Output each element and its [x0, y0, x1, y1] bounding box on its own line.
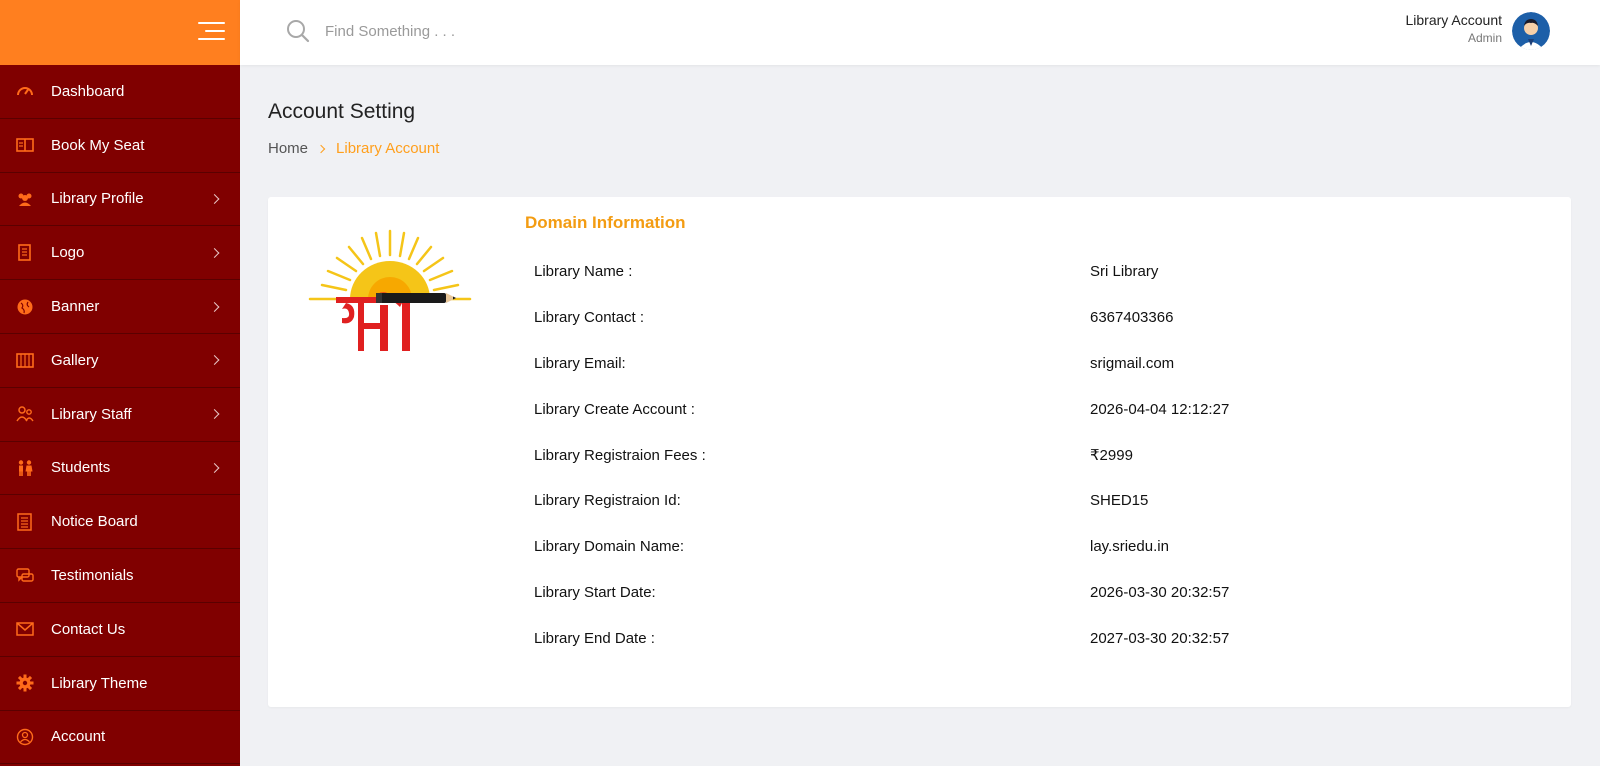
info-row-library-email: Library Email: srigmail.com	[534, 341, 1534, 387]
breadcrumb: Home Library Account	[268, 140, 439, 157]
sidebar-item-notice-board[interactable]: Notice Board	[0, 495, 240, 550]
info-value: 2027-03-30 20:32:57	[1090, 629, 1230, 647]
info-row-library-contact: Library Contact : 6367403366	[534, 295, 1534, 341]
info-value: 2026-04-04 12:12:27	[1090, 400, 1230, 418]
notice-list-icon	[15, 512, 35, 532]
sidebar-item-library-profile[interactable]: Library Profile	[0, 173, 240, 227]
globe-icon	[15, 297, 35, 317]
section-title: Domain Information	[525, 213, 686, 232]
info-value: SHED15	[1090, 492, 1149, 510]
chevron-right-icon	[209, 409, 220, 420]
info-label: Library Name :	[534, 263, 633, 281]
sidebar-item-label: Banner	[51, 298, 100, 316]
chevron-right-icon	[209, 194, 220, 204]
info-label: Library Email:	[534, 354, 626, 372]
info-row-domain-name: Library Domain Name: lay.sriedu.in	[534, 524, 1534, 570]
sidebar-item-dashboard[interactable]: Dashboard	[0, 65, 240, 119]
sidebar-item-logo[interactable]: Logo	[0, 226, 240, 281]
sidebar-item-gallery[interactable]: Gallery	[0, 334, 240, 388]
info-row-start-date: Library Start Date: 2026-03-30 20:32:57	[534, 570, 1534, 616]
info-row-registration-fees: Library Registraion Fees : ₹2999	[534, 432, 1534, 478]
sidebar-nav: Dashboard Book My Seat Library Profile L…	[0, 65, 240, 765]
sidebar-brand-bar	[0, 0, 240, 65]
info-label: Library End Date :	[534, 629, 655, 647]
gallery-icon	[15, 350, 35, 370]
speedometer-icon	[15, 81, 35, 101]
page-title: Account Setting	[268, 100, 416, 123]
breadcrumb-home-link[interactable]: Home	[268, 140, 308, 157]
sidebar-item-banner[interactable]: Banner	[0, 280, 240, 334]
search-input[interactable]	[325, 18, 625, 44]
sidebar-item-library-staff[interactable]: Library Staff	[0, 388, 240, 442]
info-row-create-account: Library Create Account : 2026-04-04 12:1…	[534, 386, 1534, 432]
sidebar-item-label: Library Theme	[51, 674, 148, 692]
info-value: ₹2999	[1090, 447, 1133, 465]
sidebar-item-label: Gallery	[51, 351, 99, 369]
domain-info-card: Domain Information Library Name : Sri Li…	[268, 197, 1571, 707]
gear-icon	[15, 673, 35, 693]
users-group-icon	[15, 189, 35, 209]
chevron-right-icon	[316, 144, 326, 153]
user-info[interactable]: Library Account Admin	[1406, 12, 1503, 45]
sidebar-item-testimonials[interactable]: Testimonials	[0, 549, 240, 603]
sidebar-item-book-my-seat[interactable]: Book My Seat	[0, 119, 240, 173]
user-name: Library Account	[1405, 12, 1503, 28]
breadcrumb-current: Library Account	[336, 140, 440, 157]
info-label: Library Contact :	[534, 309, 645, 327]
envelope-icon	[15, 619, 35, 639]
chat-bubbles-icon	[15, 566, 35, 586]
info-label: Library Create Account :	[534, 400, 695, 418]
info-label: Library Registraion Fees :	[534, 446, 706, 464]
account-circle-icon	[15, 727, 35, 747]
chevron-right-icon	[209, 355, 220, 366]
sidebar-item-label: Notice Board	[51, 513, 138, 531]
user-role: Admin	[1467, 31, 1502, 45]
domain-info-table: Library Name : Sri Library Library Conta…	[534, 249, 1534, 661]
book-open-icon	[15, 135, 35, 155]
students-icon	[15, 458, 35, 478]
sidebar-item-label: Book My Seat	[51, 136, 145, 154]
sidebar-item-label: Account	[51, 728, 106, 746]
sidebar-item-account[interactable]: Account	[0, 711, 240, 765]
info-value: lay.sriedu.in	[1090, 538, 1169, 556]
chevron-right-icon	[209, 463, 220, 473]
staff-icon	[15, 404, 35, 424]
info-label: Library Start Date:	[534, 583, 656, 601]
document-icon	[15, 243, 35, 263]
library-logo	[306, 227, 474, 357]
chevron-right-icon	[209, 247, 220, 258]
info-value: srigmail.com	[1090, 354, 1175, 372]
info-value: 6367403366	[1090, 309, 1174, 327]
sidebar-item-contact-us[interactable]: Contact Us	[0, 603, 240, 657]
hamburger-icon[interactable]	[198, 21, 225, 41]
info-label: Library Domain Name:	[534, 538, 685, 556]
sidebar: Dashboard Book My Seat Library Profile L…	[0, 0, 240, 766]
info-row-registration-id: Library Registraion Id: SHED15	[534, 478, 1534, 524]
sidebar-item-label: Logo	[51, 244, 85, 262]
sidebar-item-label: Students	[51, 459, 111, 477]
top-header: Library Account Admin	[240, 0, 1600, 65]
sidebar-item-label: Library Profile	[51, 190, 144, 208]
sidebar-item-label: Testimonials	[51, 567, 134, 585]
search-icon[interactable]	[286, 19, 310, 43]
chevron-right-icon	[209, 301, 220, 312]
info-row-end-date: Library End Date : 2027-03-30 20:32:57	[534, 615, 1534, 661]
info-value: Sri Library	[1090, 263, 1159, 281]
sidebar-item-label: Library Staff	[51, 405, 132, 423]
sidebar-item-label: Dashboard	[51, 82, 125, 100]
info-row-library-name: Library Name : Sri Library	[534, 249, 1534, 295]
info-value: 2026-03-30 20:32:57	[1090, 583, 1230, 601]
info-label: Library Registraion Id:	[534, 492, 681, 510]
sidebar-item-students[interactable]: Students	[0, 442, 240, 496]
sidebar-item-label: Contact Us	[51, 620, 126, 638]
avatar[interactable]	[1512, 12, 1550, 50]
sidebar-item-library-theme[interactable]: Library Theme	[0, 657, 240, 711]
